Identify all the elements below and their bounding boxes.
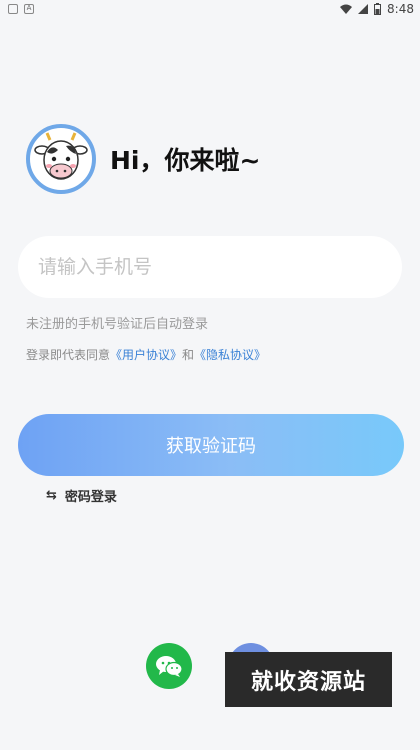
- app-notification-icon: A: [24, 4, 34, 14]
- wechat-icon: [156, 656, 183, 677]
- notification-icons: A: [8, 4, 34, 14]
- swap-icon: ⇆: [46, 488, 57, 503]
- cow-mascot-icon: [34, 132, 88, 180]
- agreement-text: 登录即代表同意 《用户协议》 和 《隐私协议》: [26, 346, 266, 363]
- auto-register-hint: 未注册的手机号验证后自动登录: [26, 317, 209, 332]
- status-bar: A 8:48: [0, 0, 420, 22]
- get-code-button[interactable]: 获取验证码: [18, 414, 404, 476]
- watermark: 就收资源站: [225, 652, 392, 707]
- agreement-conjunction: 和: [182, 348, 195, 362]
- avatar: [26, 124, 96, 194]
- wifi-icon: [340, 4, 353, 14]
- greeting-title: Hi，你来啦~: [110, 146, 261, 175]
- user-agreement-link[interactable]: 《用户协议》: [110, 346, 182, 363]
- agreement-prefix: 登录即代表同意: [26, 348, 111, 362]
- greeting-block: Hi，你来啦~: [26, 124, 260, 194]
- password-login-button[interactable]: ⇆ 密码登录: [46, 486, 117, 505]
- privacy-policy-link[interactable]: 《隐私协议》: [194, 346, 266, 363]
- wechat-login-button[interactable]: [146, 643, 192, 689]
- signal-icon: [358, 4, 369, 14]
- notification-icon: [8, 4, 18, 14]
- password-login-label: 密码登录: [64, 490, 117, 505]
- battery-icon: [374, 3, 382, 15]
- phone-input[interactable]: [18, 236, 402, 298]
- status-time: 8:48: [387, 2, 414, 16]
- system-icons: 8:48: [340, 2, 414, 16]
